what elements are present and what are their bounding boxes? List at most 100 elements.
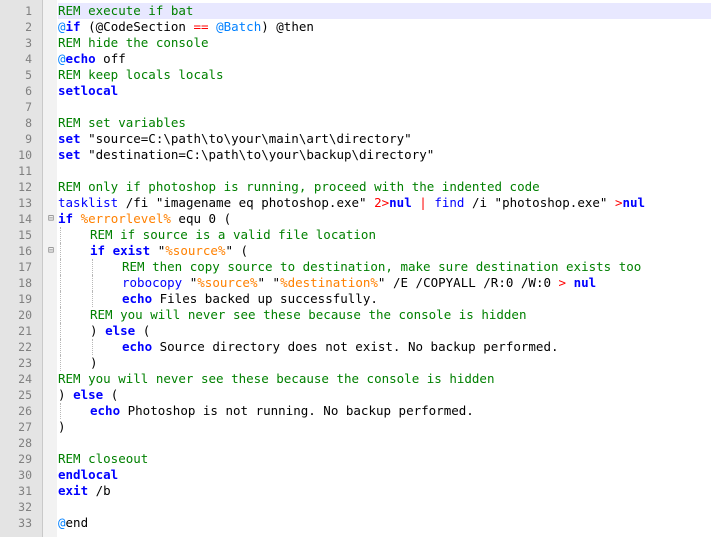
- indent-guide: [92, 275, 93, 291]
- code-line[interactable]: 10 set "destination=C:\path\to\your\backu…: [0, 147, 711, 163]
- line-number: 20: [18, 308, 32, 322]
- code-line[interactable]: 33 @end: [0, 515, 711, 531]
- line-content: ) else (: [58, 387, 711, 403]
- code-line[interactable]: 14 ⊟ if %errorlevel% equ 0 (: [0, 211, 711, 227]
- token-at: @: [58, 51, 66, 66]
- token-txt: /fi "imagename eq photoshop.exe": [118, 195, 375, 210]
- code-area[interactable]: 1 REM execute if bat 2 @if (@CodeSection ==…: [0, 3, 711, 531]
- fold-toggle-icon[interactable]: ⊟: [46, 211, 56, 227]
- indent-guide: [60, 323, 61, 339]
- line-number: 17: [18, 260, 32, 274]
- token-txt: " ": [257, 275, 281, 290]
- code-line[interactable]: 11: [0, 163, 711, 179]
- code-line[interactable]: 3 REM hide the console: [0, 35, 711, 51]
- code-line[interactable]: 6 setlocal: [0, 83, 711, 99]
- line-content: ) else (: [58, 323, 711, 339]
- line-number: 28: [18, 436, 32, 450]
- token-txt: Source directory does not exist. No back…: [152, 339, 559, 354]
- line-number: 9: [25, 132, 32, 146]
- line-number: 4: [25, 52, 32, 66]
- token-at: @Batch: [216, 19, 262, 34]
- code-line[interactable]: 32: [0, 499, 711, 515]
- code-line[interactable]: 31 exit /b: [0, 483, 711, 499]
- line-number: 19: [18, 292, 32, 306]
- line-content: REM execute if bat: [58, 3, 711, 19]
- code-line[interactable]: 2 @if (@CodeSection == @Batch) @then: [0, 19, 711, 35]
- token-var: %source%: [165, 243, 226, 258]
- fold-toggle-icon[interactable]: ⊟: [46, 243, 56, 259]
- line-content: [58, 99, 711, 115]
- code-line[interactable]: 9 set "source=C:\path\to\your\main\art\di…: [0, 131, 711, 147]
- line-content: [58, 435, 711, 451]
- code-line[interactable]: 1 REM execute if bat: [0, 3, 711, 19]
- token-var: %errorlevel%: [80, 211, 171, 226]
- line-number: 22: [18, 340, 32, 354]
- token-rem: REM then copy source to destination, mak…: [122, 259, 642, 274]
- line-content: REM then copy source to destination, mak…: [58, 259, 711, 275]
- line-number: 25: [18, 388, 32, 402]
- code-line[interactable]: 8 REM set variables: [0, 115, 711, 131]
- indent-guide: [92, 291, 93, 307]
- code-line[interactable]: 13 tasklist /fi "imagename eq photoshop.e…: [0, 195, 711, 211]
- code-line[interactable]: 30 endlocal: [0, 467, 711, 483]
- code-line[interactable]: 21) else (: [0, 323, 711, 339]
- code-line[interactable]: 24 REM you will never see these because t…: [0, 371, 711, 387]
- line-content: REM you will never see these because the…: [58, 307, 711, 323]
- code-line[interactable]: 27): [0, 419, 711, 435]
- token-kw: nul: [622, 195, 646, 210]
- code-line[interactable]: 22 echo Source directory does not exist. …: [0, 339, 711, 355]
- token-txt: (: [135, 323, 151, 338]
- token-kw: exit: [58, 483, 89, 498]
- token-var: %source%: [197, 275, 258, 290]
- line-content: @if (@CodeSection == @Batch) @then: [58, 19, 711, 35]
- line-content: @echo off: [58, 51, 711, 67]
- token-cmd: find: [434, 195, 465, 210]
- token-txt: Photoshop is not running. No backup perf…: [120, 403, 474, 418]
- line-content: exit /b: [58, 483, 711, 499]
- code-line[interactable]: 12 REM only if photoshop is running, proc…: [0, 179, 711, 195]
- code-line[interactable]: 18 robocopy "%source%" "%destination%" /E…: [0, 275, 711, 291]
- line-content: [58, 163, 711, 179]
- token-txt: ): [58, 387, 74, 402]
- line-number: 3: [25, 36, 32, 50]
- line-content: if %errorlevel% equ 0 (: [58, 211, 711, 227]
- line-number: 31: [18, 484, 32, 498]
- indent-guide: [92, 259, 93, 275]
- line-number: 13: [18, 196, 32, 210]
- code-line[interactable]: 4 @echo off: [0, 51, 711, 67]
- line-content: robocopy "%source%" "%destination%" /E /…: [58, 275, 711, 291]
- code-line[interactable]: 25 ) else (: [0, 387, 711, 403]
- token-txt: ): [90, 355, 98, 370]
- token-var: %destination%: [280, 275, 378, 290]
- code-line[interactable]: 16 ⊟ if exist "%source%" (: [0, 243, 711, 259]
- code-line[interactable]: 28: [0, 435, 711, 451]
- indent-guide: [92, 339, 93, 355]
- token-op: |: [419, 195, 427, 210]
- line-content: echo Source directory does not exist. No…: [58, 339, 711, 355]
- code-line[interactable]: 20 REM you will never see these because t…: [0, 307, 711, 323]
- code-line[interactable]: 17 REM then copy source to destination, m…: [0, 259, 711, 275]
- code-line[interactable]: 23): [0, 355, 711, 371]
- token-kw: echo: [122, 339, 153, 354]
- code-editor[interactable]: 1 REM execute if bat 2 @if (@CodeSection ==…: [0, 0, 711, 537]
- code-line[interactable]: 7: [0, 99, 711, 115]
- token-at: @: [58, 515, 66, 530]
- line-number: 27: [18, 420, 32, 434]
- line-number: 32: [18, 500, 32, 514]
- code-line[interactable]: 5 REM keep locals locals: [0, 67, 711, 83]
- line-number: 15: [18, 228, 32, 242]
- indent-guide: [60, 403, 61, 419]
- indent-guide: [60, 227, 61, 243]
- line-number: 10: [18, 148, 32, 162]
- code-line[interactable]: 29 REM closeout: [0, 451, 711, 467]
- token-txt: Files backed up successfully.: [152, 291, 378, 306]
- token-kw: if: [65, 19, 81, 34]
- token-txt: end: [65, 515, 89, 530]
- token-txt: ": [182, 275, 198, 290]
- token-kw: setlocal: [58, 83, 119, 98]
- code-line[interactable]: 26 echo Photoshop is not running. No back…: [0, 403, 711, 419]
- line-number: 26: [18, 404, 32, 418]
- token-txt: ): [58, 419, 66, 434]
- code-line[interactable]: 15 REM if source is a valid file location: [0, 227, 711, 243]
- code-line[interactable]: 19 echo Files backed up successfully.: [0, 291, 711, 307]
